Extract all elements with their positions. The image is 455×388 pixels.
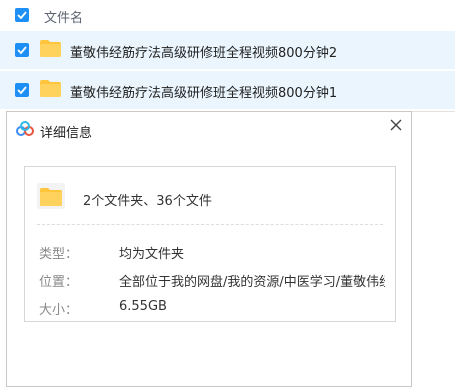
dialog-title: 详细信息 (40, 126, 93, 141)
file-row[interactable]: 董敬伟经筋疗法高级研修班全程视频800分钟1 (0, 71, 455, 109)
divider (37, 224, 383, 225)
file-list-header: 文件名 (0, 0, 455, 31)
size-value: 6.55GB (119, 299, 167, 314)
divider (412, 111, 455, 112)
file-row[interactable]: 董敬伟经筋疗法高级研修班全程视频800分钟2 (0, 31, 455, 69)
folder-icon (40, 40, 61, 57)
column-header-filename[interactable]: 文件名 (44, 7, 83, 26)
folder-icon (37, 183, 65, 209)
location-value: 全部位于我的网盘/我的资源/中医学习/董敬伟经... (119, 275, 385, 290)
dialog-header: 详细信息 (7, 112, 411, 146)
selection-summary: 2个文件夹、36个文件 (83, 194, 212, 209)
details-dialog: 详细信息 2个文件夹、36个文件 类型： 均为文件夹 位置： 全部位于我的网盘/… (6, 111, 412, 387)
close-icon (390, 119, 402, 131)
row-checkbox[interactable] (15, 83, 29, 97)
size-label: 大小： (39, 303, 79, 318)
select-all-checkbox[interactable] (15, 8, 29, 22)
file-name[interactable]: 董敬伟经筋疗法高级研修班全程视频800分钟2 (70, 42, 337, 61)
file-name[interactable]: 董敬伟经筋疗法高级研修班全程视频800分钟1 (70, 82, 337, 101)
location-label: 位置： (39, 275, 79, 290)
app-logo-icon (16, 121, 34, 136)
folder-icon (40, 80, 61, 97)
close-button[interactable] (387, 116, 405, 134)
type-label: 类型： (39, 247, 79, 262)
details-panel: 2个文件夹、36个文件 类型： 均为文件夹 位置： 全部位于我的网盘/我的资源/… (24, 166, 396, 322)
check-icon (17, 11, 27, 19)
type-value: 均为文件夹 (119, 247, 185, 262)
check-icon (17, 86, 27, 94)
check-icon (17, 46, 27, 54)
row-checkbox[interactable] (15, 43, 29, 57)
